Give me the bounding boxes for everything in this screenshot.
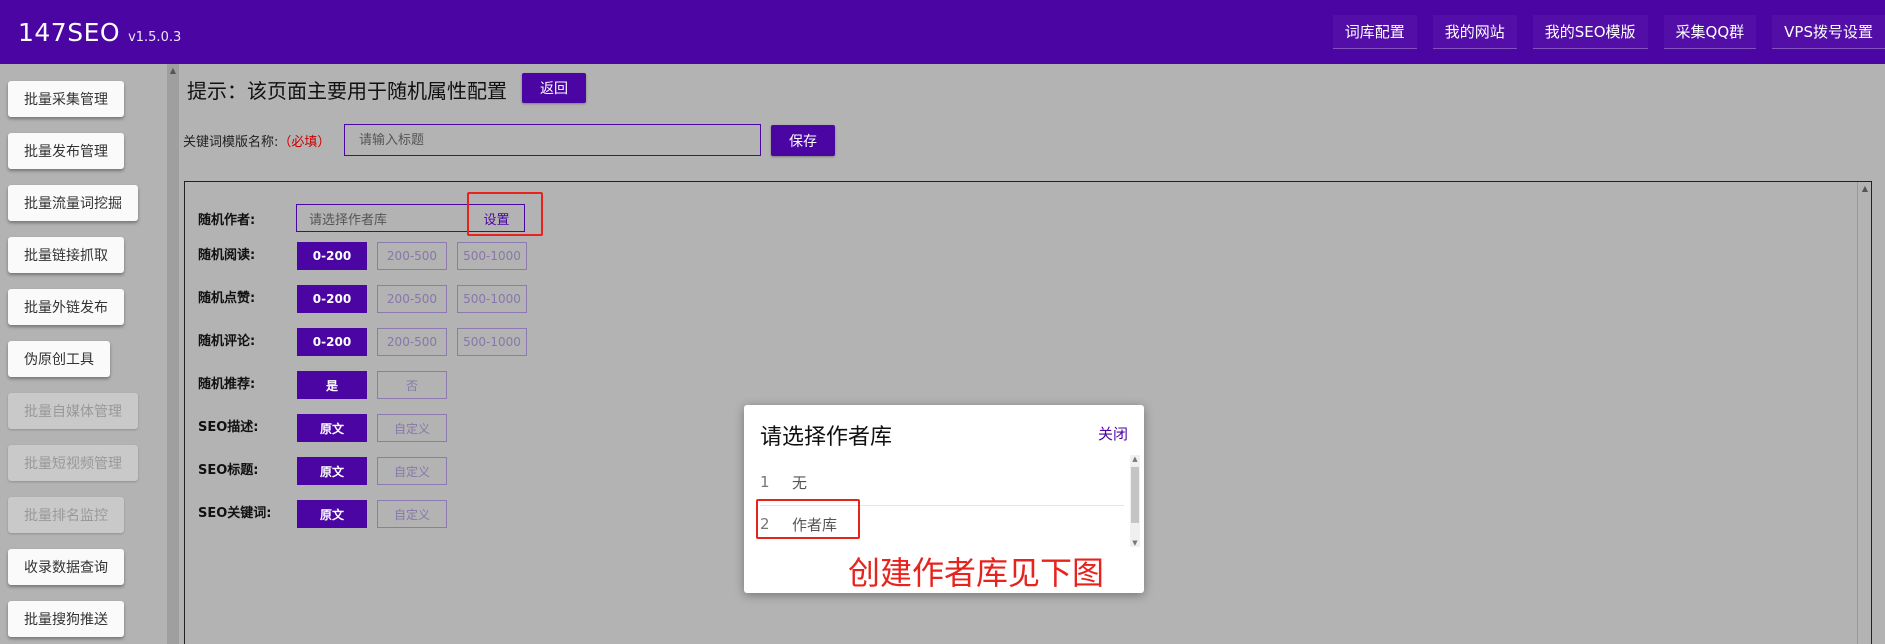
like-option-3[interactable]: 500-1000 <box>457 285 527 313</box>
required-mark: （必填） <box>278 135 331 150</box>
highlight-box-author-library <box>756 499 860 539</box>
random-recommend-label: 随机推荐: <box>198 377 256 392</box>
recommend-option-no[interactable]: 否 <box>377 371 447 399</box>
random-like-label: 随机点赞: <box>198 291 256 306</box>
read-option-3[interactable]: 500-1000 <box>457 242 527 270</box>
comment-option-2[interactable]: 200-500 <box>377 328 447 356</box>
template-name-label: 关键词模版名称:（必填） <box>183 131 330 150</box>
seo-keywords-label: SEO关键词: <box>198 506 272 521</box>
comment-option-3[interactable]: 500-1000 <box>457 328 527 356</box>
template-name-input[interactable] <box>344 124 761 156</box>
sidebar-item-index-query[interactable]: 收录数据查询 <box>8 549 124 585</box>
nav-vps-dial-settings[interactable]: VPS拨号设置 <box>1772 15 1885 49</box>
scroll-up-icon[interactable]: ▲ <box>1130 455 1140 463</box>
sidebar-item-short-video[interactable]: 批量短视频管理 <box>8 445 138 481</box>
item-label: 无 <box>792 473 808 492</box>
sidebar-item-self-media[interactable]: 批量自媒体管理 <box>8 393 138 429</box>
sidebar-item-traffic-keyword-mining[interactable]: 批量流量词挖掘 <box>8 185 138 221</box>
dialog-close-button[interactable]: 关闭 <box>1098 423 1128 444</box>
recommend-option-yes[interactable]: 是 <box>297 371 367 399</box>
save-button[interactable]: 保存 <box>771 125 835 156</box>
seo-title-option-original[interactable]: 原文 <box>297 457 367 485</box>
template-name-label-text: 关键词模版名称: <box>183 135 279 150</box>
seo-description-option-original[interactable]: 原文 <box>297 414 367 442</box>
scroll-up-icon[interactable]: ▲ <box>1858 184 1872 193</box>
seo-title-option-custom[interactable]: 自定义 <box>377 457 447 485</box>
back-button[interactable]: 返回 <box>522 73 586 103</box>
annotation-text: 创建作者库见下图 <box>848 554 1105 592</box>
comment-option-1[interactable]: 0-200 <box>297 328 367 356</box>
random-author-label: 随机作者: <box>198 213 256 228</box>
read-option-2[interactable]: 200-500 <box>377 242 447 270</box>
scroll-up-icon[interactable]: ▲ <box>167 66 179 75</box>
seo-keywords-option-custom[interactable]: 自定义 <box>377 500 447 528</box>
brand-name: 147SEO <box>18 17 121 47</box>
like-option-2[interactable]: 200-500 <box>377 285 447 313</box>
sidebar: 批量采集管理 批量发布管理 批量流量词挖掘 批量链接抓取 批量外链发布 伪原创工… <box>0 64 179 644</box>
scroll-down-icon[interactable]: ▼ <box>1130 539 1140 547</box>
top-bar: 147SEO v1.5.0.3 词库配置 我的网站 我的SEO模版 采集QQ群 … <box>0 0 1885 64</box>
sidebar-item-batch-collect[interactable]: 批量采集管理 <box>8 81 124 117</box>
highlight-box-set <box>467 192 543 236</box>
list-item[interactable]: 1 无 <box>760 464 1124 500</box>
seo-description-label: SEO描述: <box>198 420 259 435</box>
sidebar-item-sogou-push[interactable]: 批量搜狗推送 <box>8 601 124 637</box>
nav-my-sites[interactable]: 我的网站 <box>1432 15 1517 49</box>
dialog-title: 请选择作者库 <box>760 425 893 450</box>
item-number: 1 <box>760 473 770 491</box>
random-comment-label: 随机评论: <box>198 334 256 349</box>
sidebar-item-pseudo-original-tool[interactable]: 伪原创工具 <box>8 341 110 377</box>
nav-keyword-config[interactable]: 词库配置 <box>1332 15 1417 49</box>
scroll-thumb[interactable] <box>1131 467 1139 523</box>
nav-qq-groups[interactable]: 采集QQ群 <box>1663 15 1757 49</box>
sidebar-item-batch-publish[interactable]: 批量发布管理 <box>8 133 124 169</box>
nav-my-seo-templates[interactable]: 我的SEO模版 <box>1532 15 1648 49</box>
page-title: 提示：该页面主要用于随机属性配置 <box>187 79 507 103</box>
sidebar-scrollbar[interactable]: ▲ <box>167 64 179 644</box>
sidebar-item-rank-monitor[interactable]: 批量排名监控 <box>8 497 124 533</box>
brand: 147SEO v1.5.0.3 <box>18 18 181 47</box>
sidebar-item-link-crawl[interactable]: 批量链接抓取 <box>8 237 124 273</box>
read-option-1[interactable]: 0-200 <box>297 242 367 270</box>
sidebar-item-external-link-publish[interactable]: 批量外链发布 <box>8 289 124 325</box>
dialog-scrollbar[interactable]: ▲ ▼ <box>1130 455 1140 547</box>
like-option-1[interactable]: 0-200 <box>297 285 367 313</box>
panel-scrollbar[interactable]: ▲ <box>1857 182 1871 644</box>
random-read-label: 随机阅读: <box>198 248 256 263</box>
brand-version: v1.5.0.3 <box>128 29 182 45</box>
seo-description-option-custom[interactable]: 自定义 <box>377 414 447 442</box>
top-nav: 词库配置 我的网站 我的SEO模版 采集QQ群 VPS拨号设置 <box>1325 0 1885 64</box>
seo-title-label: SEO标题: <box>198 463 259 478</box>
seo-keywords-option-original[interactable]: 原文 <box>297 500 367 528</box>
